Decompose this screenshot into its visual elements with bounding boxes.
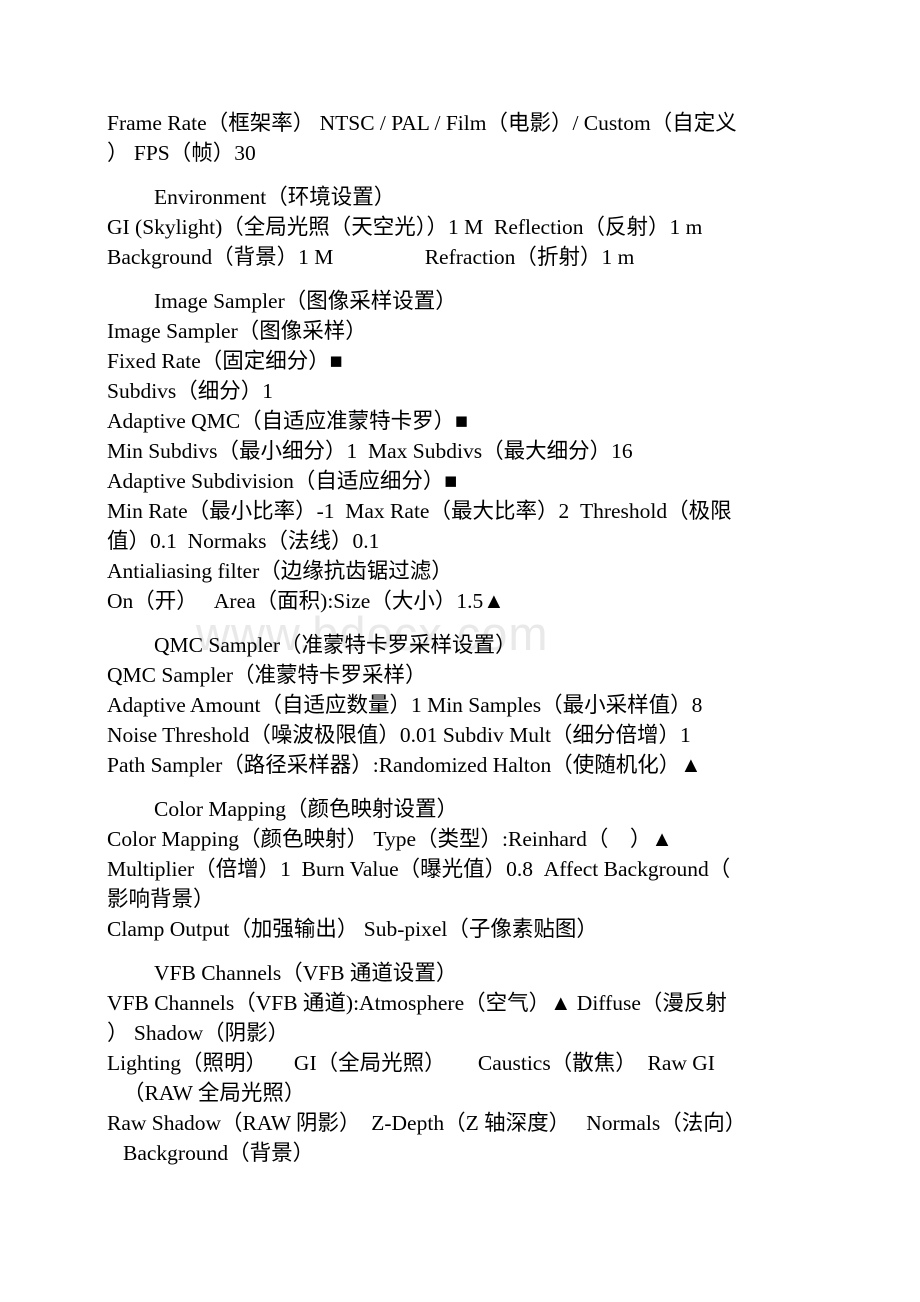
document-page: www.bdocx.com Frame Rate（框架率） NTSC / PAL… bbox=[0, 0, 920, 1302]
vfb-channels-shadow-line: ） Shadow（阴影） bbox=[107, 1021, 290, 1045]
image-sampler-line-1: Image Sampler（图像采样） bbox=[107, 319, 367, 343]
image-sampler-subdivs-line: Subdivs（细分）1 bbox=[107, 379, 274, 403]
vfb-channels-heading: VFB Channels（VFB 通道设置） bbox=[154, 961, 458, 985]
color-mapping-type-line: Color Mapping（颜色映射） Type（类型）:Reinhard（ ）… bbox=[107, 827, 673, 851]
image-sampler-heading: Image Sampler（图像采样设置） bbox=[154, 289, 457, 313]
image-sampler-fixed-rate-line: Fixed Rate（固定细分）■ bbox=[107, 349, 343, 373]
environment-line-2: Background（背景）1 M Refraction（折射）1 m bbox=[107, 245, 635, 269]
vfb-channels-atmosphere-line: VFB Channels（VFB 通道):Atmosphere（空气）▲ Dif… bbox=[107, 991, 727, 1015]
environment-line-1: GI (Skylight)（全局光照（天空光））1 M Reflection（反… bbox=[107, 215, 703, 239]
color-mapping-clamp-output-line: Clamp Output（加强输出） Sub-pixel（子像素贴图） bbox=[107, 917, 598, 941]
vfb-channels-raw-gi-line: （RAW 全局光照） bbox=[123, 1081, 306, 1105]
qmc-sampler-line-1: QMC Sampler（准蒙特卡罗采样） bbox=[107, 663, 427, 687]
vfb-channels-raw-shadow-line: Raw Shadow（RAW 阴影） Z-Depth（Z 轴深度） Normal… bbox=[107, 1111, 747, 1135]
image-sampler-adaptive-subdivision-line: Adaptive Subdivision（自适应细分）■ bbox=[107, 469, 458, 493]
antialiasing-filter-line: Antialiasing filter（边缘抗齿锯过滤） bbox=[107, 559, 453, 583]
qmc-sampler-heading: QMC Sampler（准蒙特卡罗采样设置） bbox=[154, 633, 517, 657]
image-sampler-rate-threshold-line: Min Rate（最小比率）-1 Max Rate（最大比率）2 Thresho… bbox=[107, 499, 732, 523]
vfb-channels-background-line: Background（背景） bbox=[123, 1141, 315, 1165]
color-mapping-heading: Color Mapping（颜色映射设置） bbox=[154, 797, 458, 821]
qmc-adaptive-amount-line: Adaptive Amount（自适应数量）1 Min Samples（最小采样… bbox=[107, 693, 703, 717]
image-sampler-min-max-subdivs-line: Min Subdivs（最小细分）1 Max Subdivs（最大细分）16 bbox=[107, 439, 633, 463]
qmc-path-sampler-line: Path Sampler（路径采样器）:Randomized Halton（使随… bbox=[107, 753, 702, 777]
qmc-noise-threshold-line: Noise Threshold（噪波极限值）0.01 Subdiv Mult（细… bbox=[107, 723, 691, 747]
frame-rate-line-2: ） FPS（帧）30 bbox=[107, 141, 256, 165]
antialiasing-area-size-line: On（开） Area（面积):Size（大小）1.5▲ bbox=[107, 589, 505, 613]
environment-heading: Environment（环境设置） bbox=[154, 185, 396, 209]
image-sampler-adaptive-qmc-line: Adaptive QMC（自适应准蒙特卡罗）■ bbox=[107, 409, 469, 433]
frame-rate-line-1: Frame Rate（框架率） NTSC / PAL / Film（电影）/ C… bbox=[107, 111, 737, 135]
color-mapping-multiplier-line: Multiplier（倍增）1 Burn Value（曝光值）0.8 Affec… bbox=[107, 857, 731, 881]
color-mapping-affect-background-line: 影响背景） bbox=[107, 887, 215, 911]
vfb-channels-lighting-line: Lighting（照明） GI（全局光照） Caustics（散焦） Raw G… bbox=[107, 1051, 715, 1075]
document-text-body: Frame Rate（框架率） NTSC / PAL / Film（电影）/ C… bbox=[107, 108, 807, 1168]
image-sampler-normaks-line: 值）0.1 Normaks（法线）0.1 bbox=[107, 529, 380, 553]
